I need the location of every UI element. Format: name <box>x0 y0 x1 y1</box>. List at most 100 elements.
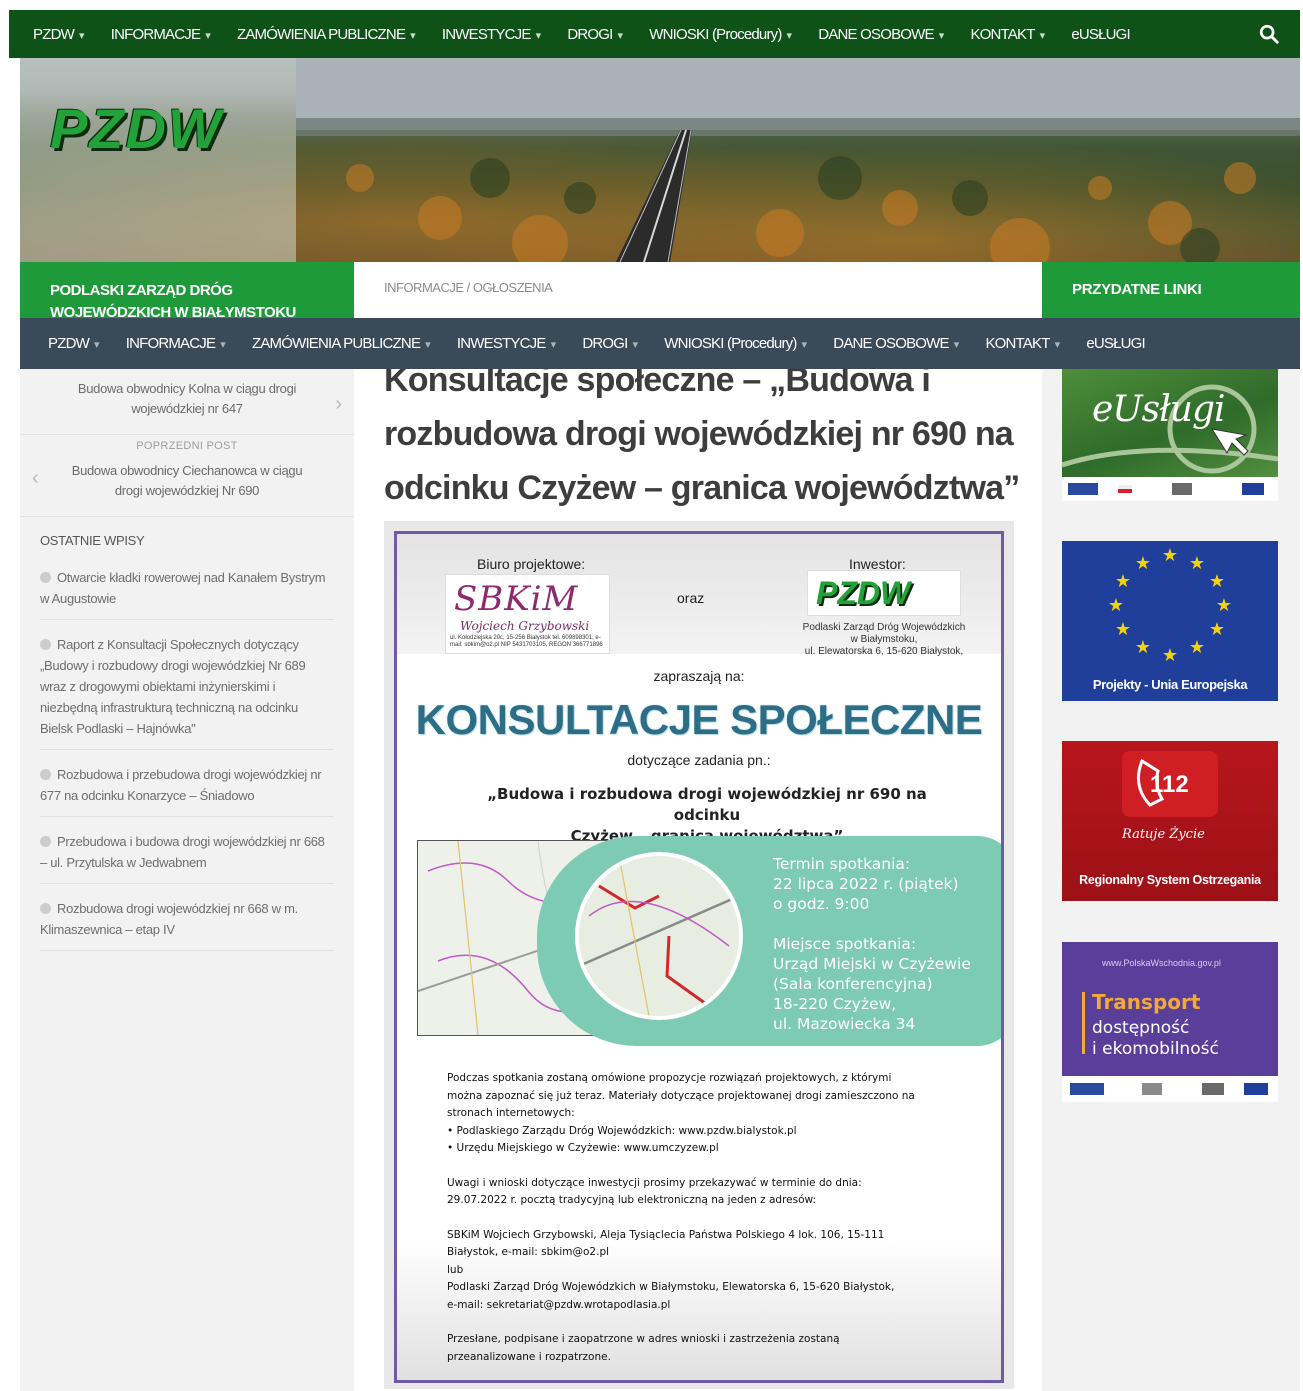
caret-down-icon: ▾ <box>786 29 792 42</box>
caret-down-icon: ▾ <box>801 339 807 351</box>
svg-text:★: ★ <box>1135 553 1151 574</box>
caret-down-icon: ▾ <box>410 29 415 42</box>
subnav-item-euslugi[interactable]: eUSŁUGI <box>1086 335 1145 352</box>
search-icon[interactable] <box>1258 23 1280 45</box>
prev-post-link[interactable]: Budowa obwodnicy Ciechanowca w ciągu dro… <box>20 461 354 517</box>
transport-title: Transport <box>1092 990 1201 1014</box>
meeting-place-line: 18-220 Czyżew, <box>773 995 897 1013</box>
svg-text:★: ★ <box>1115 619 1131 640</box>
recent-post-item[interactable]: Otwarcie kładki rowerowej nad Kanałem By… <box>40 565 334 620</box>
bullet-icon <box>40 903 51 914</box>
svg-text:★: ★ <box>1162 545 1178 566</box>
svg-text:★: ★ <box>1108 595 1124 616</box>
bullet-icon <box>40 836 51 847</box>
poster-paragraph: Podczas spotkania zostaną omówione propo… <box>447 1072 915 1154</box>
main-content: Konsultacje społeczne – „Budowa i rozbud… <box>354 369 1042 1391</box>
meeting-term-label: Termin spotkania: <box>773 855 911 873</box>
top-navbar: PZDW ▾ INFORMACJE ▾ ZAMÓWIENIA PUBLICZNE ▾ … <box>9 10 1300 58</box>
sbkim-name: SBKiM <box>454 579 579 619</box>
nav-item-inwestycje[interactable]: INWESTYCJE ▾ <box>442 26 541 43</box>
nav-item-zamowienia[interactable]: ZAMÓWIENIA PUBLICZNE ▾ <box>237 26 416 43</box>
recent-post-item[interactable]: Przebudowa i budowa drogi wojewódzkiej n… <box>40 829 334 884</box>
investor-address-line: ul. Elewatorska 6, 15-620 Białystok, <box>804 646 964 657</box>
transport-line: i ekomobilność <box>1092 1039 1219 1059</box>
subnav-item-informacje[interactable]: INFORMACJE ▾ <box>126 335 226 352</box>
caret-down-icon: ▾ <box>550 339 556 351</box>
svg-text:★: ★ <box>1216 595 1232 616</box>
poster-paragraph: SBKiM Wojciech Grzybowski, Aleja Tysiącl… <box>447 1228 895 1311</box>
subnav-item-pzdw[interactable]: PZDW ▾ <box>48 335 99 352</box>
funding-logos <box>1070 1083 1268 1095</box>
task-line: „Budowa i rozbudowa drogi wojewódzkiej n… <box>487 785 927 824</box>
next-post-link[interactable]: Budowa obwodnicy Kolna w ciągu drogi woj… <box>20 379 354 435</box>
poster-paragraph: Przesłane, podpisane i zaopatrzone w adr… <box>447 1333 840 1363</box>
subnav-item-drogi[interactable]: DROGI ▾ <box>582 335 638 352</box>
nav-item-pzdw[interactable]: PZDW ▾ <box>33 26 84 43</box>
bullet-icon <box>40 639 51 650</box>
breadcrumb[interactable]: INFORMACJE / OGŁOSZENIA <box>354 262 1042 320</box>
sbkim-logo: SBKiM Wojciech Grzybowski ul. Kołodziejs… <box>445 574 610 654</box>
caret-down-icon: ▾ <box>93 339 99 351</box>
post-title: Konsultacje społeczne – „Budowa i rozbud… <box>384 369 1020 507</box>
funding-logos <box>1068 483 1264 495</box>
eu-projects-banner[interactable]: ★ ★ ★ ★ ★ ★ ★ ★ ★ ★ ★ ★ Projekty - Unia Europejs… <box>1062 541 1278 701</box>
caret-down-icon: ▾ <box>953 339 959 351</box>
rso-number: 112 <box>1150 771 1189 798</box>
transport-accent-bar <box>1082 992 1085 1054</box>
svg-text:★: ★ <box>1189 637 1205 658</box>
caret-down-icon: ▾ <box>78 29 84 42</box>
nav-item-informacje[interactable]: INFORMACJE ▾ <box>111 26 211 43</box>
investor-address-line: Podlaski Zarząd Dróg Wojewódzkich <box>802 622 966 633</box>
nav-item-euslugi[interactable]: eUSŁUGI <box>1071 26 1130 43</box>
chevron-right-icon[interactable]: › <box>335 393 342 416</box>
nav-item-wnioski[interactable]: WNIOSKI (Procedury) ▾ <box>649 26 792 43</box>
eu-logos-strip <box>1062 477 1278 501</box>
poster-headline: KONSULTACJE SPOŁECZNE <box>415 696 983 743</box>
prev-post-line2: drogi wojewódzkiej Nr 690 <box>114 483 260 498</box>
rso-script: Ratuje Życie <box>1122 827 1205 842</box>
bureau-label: Biuro projektowe: <box>477 556 586 572</box>
useful-links-heading: PRZYDATNE LINKI <box>1042 262 1300 320</box>
transport-banner[interactable]: www.PolskaWschodnia.gov.pl Transport dos… <box>1062 942 1278 1102</box>
svg-text:★: ★ <box>1209 571 1225 592</box>
nav-item-drogi[interactable]: DROGI ▾ <box>567 26 623 43</box>
subnav-item-zamowienia[interactable]: ZAMÓWIENIA PUBLICZNE ▾ <box>252 335 431 352</box>
eu-projects-caption: Projekty - Unia Europejska <box>1092 677 1248 692</box>
transport-url: www.PolskaWschodnia.gov.pl <box>1102 958 1221 968</box>
site-name: PODLASKI ZARZĄD DRÓG WOJEWÓDZKICH W BIAŁ… <box>20 262 354 320</box>
pzdw-logo[interactable]: PZDW <box>50 96 223 161</box>
svg-text:★: ★ <box>1115 571 1131 592</box>
nav-item-dane-osobowe[interactable]: DANE OSOBOWE ▾ <box>818 26 944 43</box>
caret-down-icon: ▾ <box>938 29 944 42</box>
bullet-icon <box>40 572 51 583</box>
caret-down-icon: ▾ <box>617 29 623 42</box>
investor-address: Podlaski Zarząd Dróg Wojewódzkich w Biał… <box>789 622 979 658</box>
and-label: oraz <box>677 590 705 606</box>
site-name-line1: PODLASKI ZARZĄD DRÓG <box>50 282 233 299</box>
chevron-left-icon[interactable]: ‹ <box>32 467 39 490</box>
meeting-place-line: Urząd Miejski w Czyżewie <box>773 955 971 973</box>
recent-post-item[interactable]: Raport z Konsultacji Społecznych dotyczą… <box>40 632 334 750</box>
rso-banner[interactable]: 112 Ratuje Życie Regionalny System Ostrz… <box>1062 741 1278 901</box>
next-post-line2: wojewódzkiej nr 647 <box>131 401 243 416</box>
poster-image[interactable]: Biuro projektowe: Inwestor: oraz SBKiM W… <box>394 531 1004 1383</box>
next-post-line1: Budowa obwodnicy Kolna w ciągu drogi <box>77 381 297 396</box>
zoom-map <box>575 852 743 1020</box>
recent-post-item[interactable]: Rozbudowa i przebudowa drogi wojewódzkie… <box>40 762 334 817</box>
subnav-item-wnioski[interactable]: WNIOSKI (Procedury) ▾ <box>664 335 807 352</box>
subnav-item-inwestycje[interactable]: INWESTYCJE ▾ <box>457 335 556 352</box>
sbkim-owner: Wojciech Grzybowski <box>460 619 590 633</box>
page: PZDW ▾ INFORMACJE ▾ ZAMÓWIENIA PUBLICZNE ▾ … <box>0 0 1303 1391</box>
euslugi-caption: eUsługi <box>1092 389 1226 430</box>
nav-item-kontakt[interactable]: KONTAKT ▾ <box>970 26 1045 43</box>
caret-down-icon: ▾ <box>535 29 541 42</box>
rso-caption: Regionalny System Ostrzegania <box>1079 873 1261 887</box>
euslugi-banner[interactable]: eUsługi <box>1062 369 1278 501</box>
svg-text:★: ★ <box>1135 637 1151 658</box>
svg-text:★: ★ <box>1162 645 1178 666</box>
meeting-time: o godz. 9:00 <box>773 895 870 913</box>
recent-posts-list: Otwarcie kładki rowerowej nad Kanałem By… <box>40 565 334 963</box>
subnav-item-kontakt[interactable]: KONTAKT ▾ <box>985 335 1060 352</box>
subnav-item-dane-osobowe[interactable]: DANE OSOBOWE ▾ <box>833 335 959 352</box>
recent-post-item[interactable]: Rozbudowa drogi wojewódzkiej nr 668 w m.… <box>40 896 334 951</box>
